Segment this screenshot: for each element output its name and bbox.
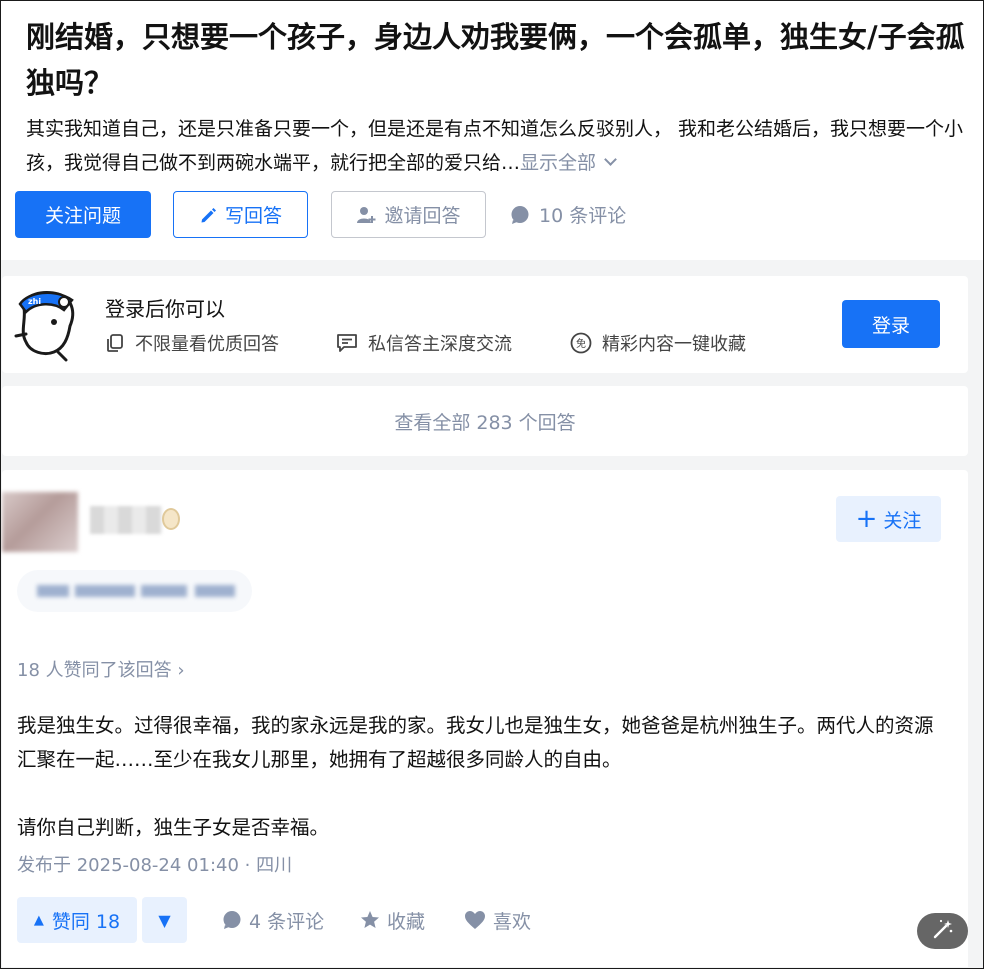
votes-summary-link[interactable]: 18 人赞同了该回答 ›: [17, 656, 185, 682]
follow-author-label: 关注: [883, 509, 922, 532]
feature-label: 不限量看优质回答: [135, 334, 279, 355]
question-comments-button[interactable]: 10 条评论: [510, 191, 626, 238]
svg-text:免: 免: [576, 337, 586, 350]
collect-button[interactable]: 收藏: [360, 897, 425, 943]
add-user-icon: [356, 206, 376, 224]
pencil-icon: [199, 206, 217, 224]
follow-question-label: 关注问题: [44, 205, 121, 227]
collect-label: 收藏: [387, 910, 426, 933]
write-answer-label: 写回答: [224, 205, 282, 227]
view-all-answers-button[interactable]: 查看全部 283 个回答: [2, 386, 968, 456]
question-description: 其实我知道自己，还是只准备只要一个，但是还是有点不知道怎么反驳别人， 我和老公结…: [26, 112, 971, 180]
author-name-blurred[interactable]: [90, 506, 162, 534]
triangle-up-icon: ▲: [33, 912, 44, 928]
upvote-button[interactable]: ▲ 赞同 18: [17, 897, 137, 943]
question-comments-label: 10 条评论: [539, 205, 627, 227]
answer-comments-button[interactable]: 4 条评论: [222, 897, 324, 943]
badge-icon: [162, 508, 180, 530]
mascot-logo: zhi: [14, 286, 80, 362]
invite-answer-button[interactable]: 邀请回答: [331, 191, 486, 238]
view-all-label: 查看全部 283 个回答: [394, 411, 576, 434]
upvote-label: 赞同 18: [51, 910, 121, 933]
feature-collect: 免 精彩内容一键收藏: [570, 330, 746, 356]
message-icon: [336, 333, 358, 353]
feature-label: 私信答主深度交流: [368, 334, 512, 355]
free-badge-icon: 免: [570, 332, 592, 354]
question-title: 刚结婚，只想要一个孩子，身边人劝我要俩，一个会孤单，独生女/子会孤独吗？: [26, 20, 965, 100]
login-label: 登录: [871, 314, 910, 337]
magic-wand-button[interactable]: [917, 913, 968, 949]
answer-paragraph: 请你自己判断，独生子女是否幸福。: [17, 816, 330, 839]
login-card: zhi 登录后你可以 不限量看优质回答 私信答主深度交流 免 精彩内容一键收藏 …: [2, 276, 968, 373]
answer-paragraph: 我是独生女。过得很幸福，我的家永远是我的家。我女儿也是独生女，她爸爸是杭州独生子…: [17, 714, 934, 771]
magic-wand-icon: [932, 918, 954, 944]
feature-unlimited-answers: 不限量看优质回答: [105, 330, 279, 356]
show-all-label: 显示全部: [520, 152, 597, 174]
svg-text:zhi: zhi: [28, 297, 41, 306]
like-label: 喜欢: [493, 910, 532, 933]
answer-content: 我是独生女。过得很幸福，我的家永远是我的家。我女儿也是独生女，她爸爸是杭州独生子…: [17, 709, 947, 845]
login-card-title: 登录后你可以: [105, 297, 225, 321]
invite-answer-label: 邀请回答: [384, 205, 461, 227]
comment-icon: [222, 910, 242, 930]
plus-icon: +: [855, 504, 878, 534]
chevron-right-icon: ›: [177, 660, 185, 681]
follow-author-button[interactable]: + 关注: [836, 496, 941, 542]
copy-icon: [105, 333, 125, 353]
avatar[interactable]: [2, 492, 78, 552]
show-all-link[interactable]: 显示全部: [520, 152, 617, 174]
downvote-button[interactable]: ▼: [142, 897, 187, 943]
answer-card: + 关注 18 人赞同了该回答 › 我是独生女。过得很幸福，我的家永远是我的家。…: [2, 470, 968, 967]
feature-private-message: 私信答主深度交流: [336, 330, 512, 356]
like-button[interactable]: 喜欢: [464, 897, 531, 943]
feature-label: 精彩内容一键收藏: [602, 334, 746, 355]
star-icon: [360, 910, 380, 930]
answer-comments-label: 4 条评论: [249, 910, 325, 933]
follow-question-button[interactable]: 关注问题: [15, 191, 151, 238]
heart-icon: [464, 910, 486, 930]
answer-meta: 发布于 2025-08-24 01:40 · 四川: [17, 855, 293, 876]
triangle-down-icon: ▼: [158, 910, 171, 930]
comment-icon: [510, 205, 530, 225]
question-header: 刚结婚，只想要一个孩子，身边人劝我要俩，一个会孤单，独生女/子会孤独吗？ 其实我…: [0, 0, 984, 260]
votes-summary-text: 18 人赞同了该回答: [17, 660, 172, 681]
write-answer-button[interactable]: 写回答: [173, 191, 308, 238]
author-bio-blurred: [17, 570, 252, 612]
question-description-text: 其实我知道自己，还是只准备只要一个，但是还是有点不知道怎么反驳别人， 我和老公结…: [26, 118, 964, 174]
login-button[interactable]: 登录: [842, 300, 940, 348]
chevron-down-icon: [604, 153, 617, 166]
